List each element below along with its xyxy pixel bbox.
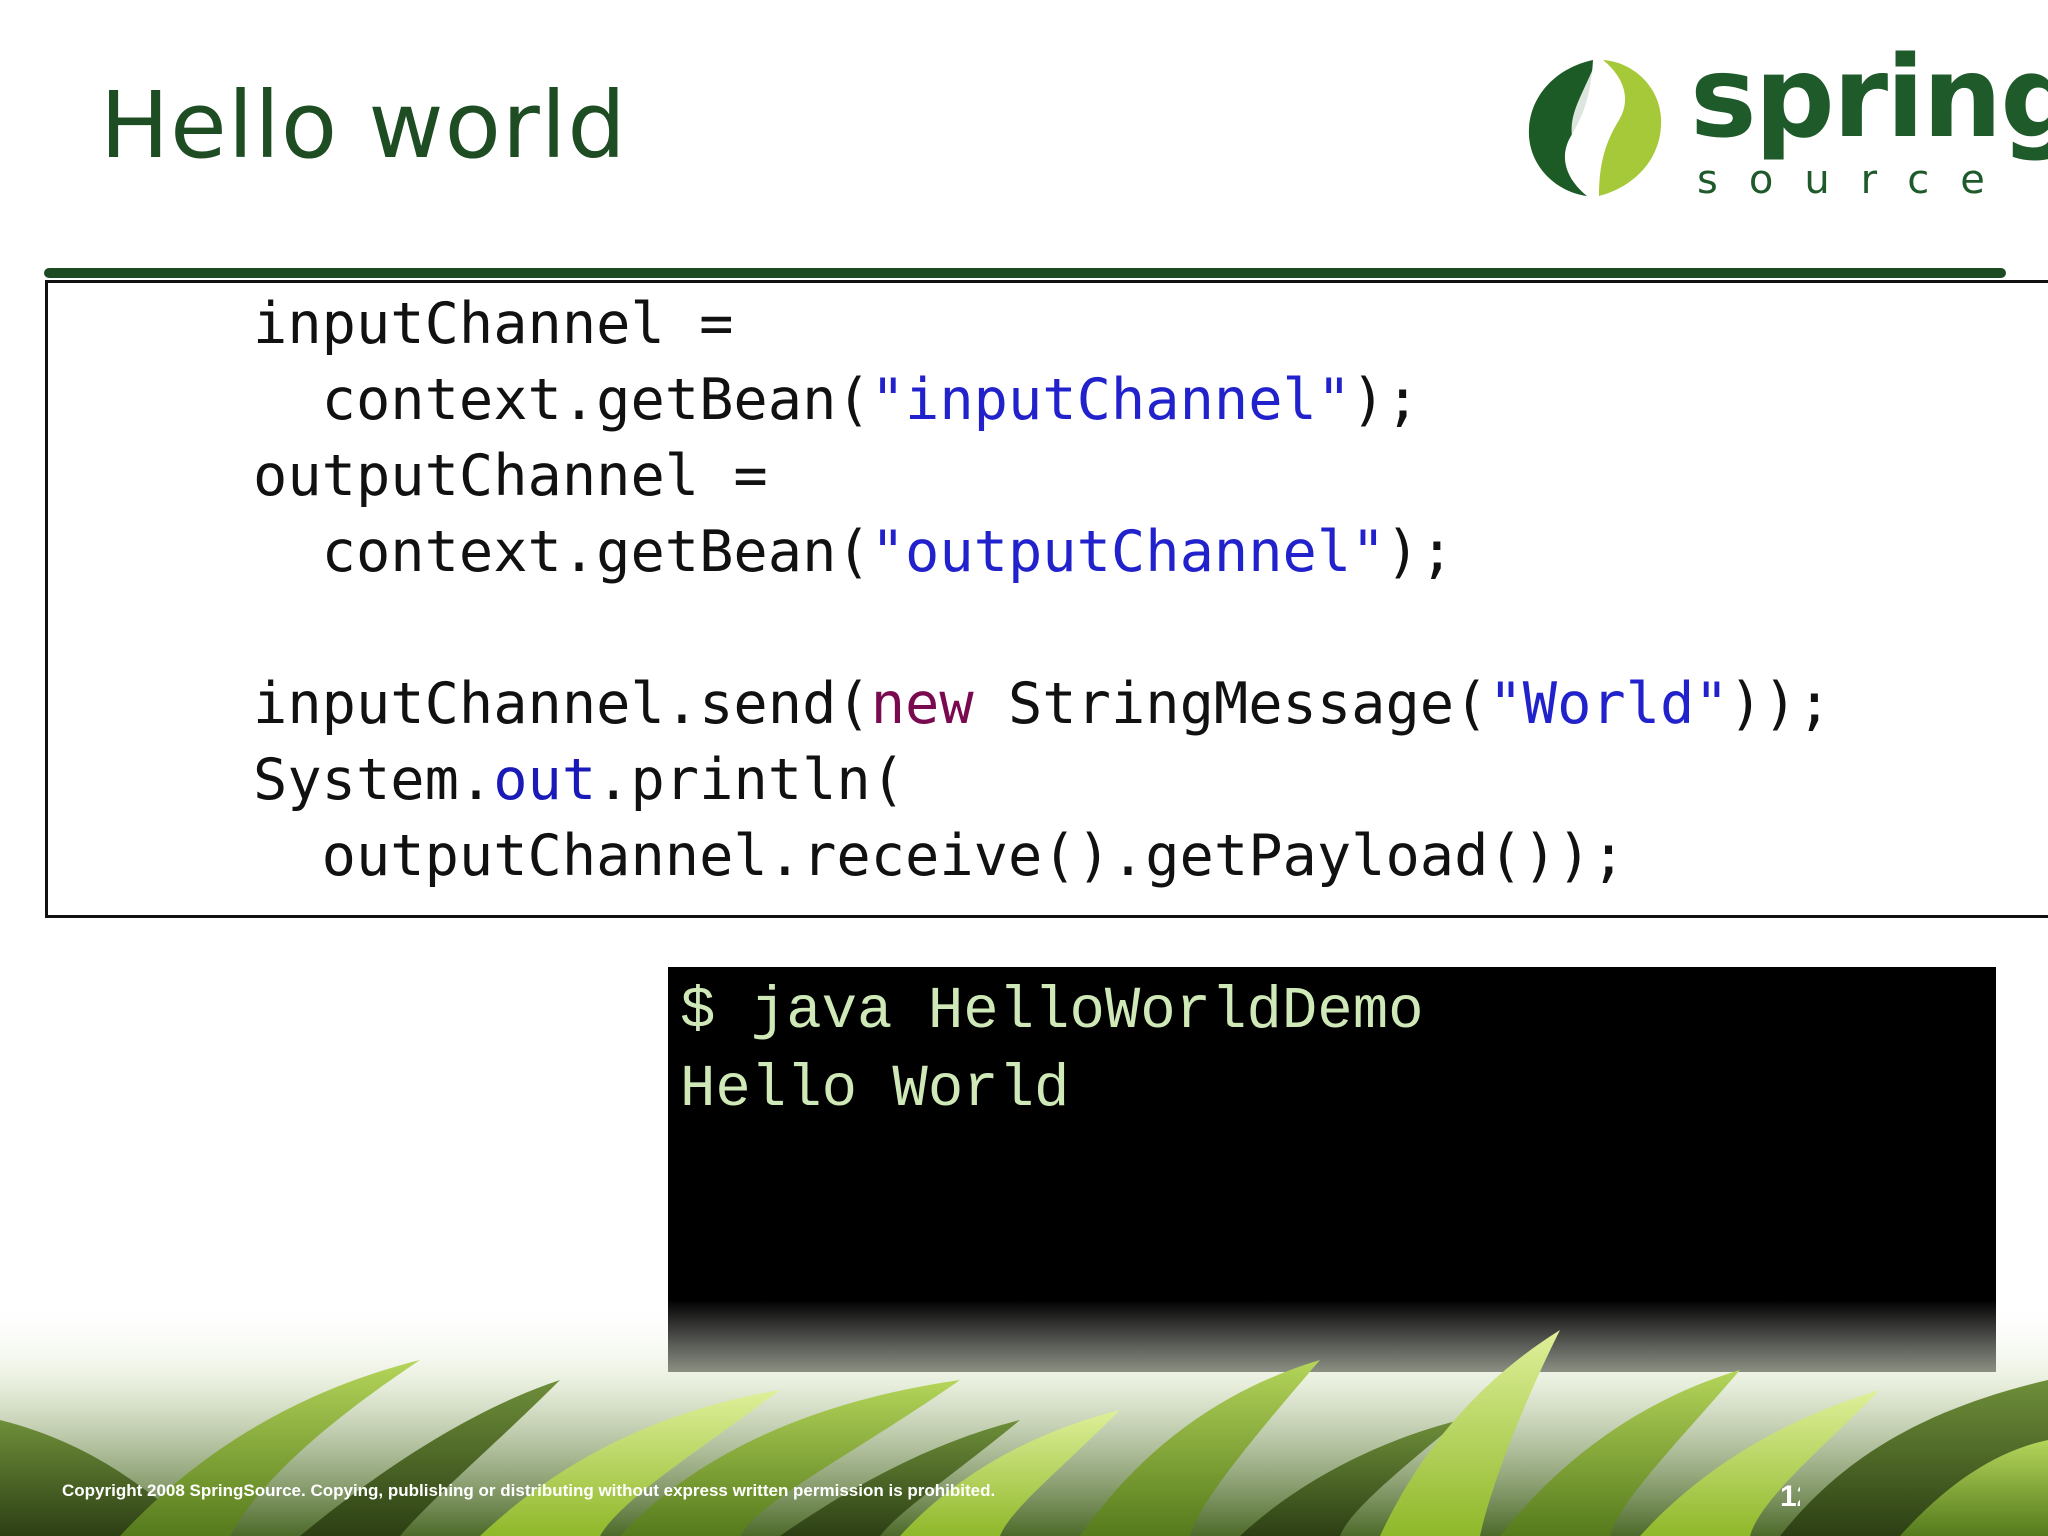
code-token: .println( xyxy=(596,747,906,813)
code-token: outputChannel = xyxy=(253,443,768,509)
code-token: inputChannel = xyxy=(253,291,734,357)
springsource-logo: spring source xyxy=(1525,42,2048,208)
code-token: "World" xyxy=(1488,671,1729,737)
code-line: context.getBean("outputChannel"); xyxy=(253,519,1455,585)
code-token: "outputChannel" xyxy=(870,519,1386,585)
code-line: inputChannel.send(new StringMessage("Wor… xyxy=(253,671,1832,737)
code-block: inputChannel = context.getBean("inputCha… xyxy=(45,280,2048,918)
code-token: out xyxy=(493,747,597,813)
logo-wordmark: spring xyxy=(1690,33,2048,163)
code-token: context.getBean( xyxy=(253,367,871,433)
code-token: outputChannel.receive().getPayload()); xyxy=(253,823,1626,889)
code-line: inputChannel = xyxy=(253,291,733,357)
code-line: outputChannel.receive().getPayload()); xyxy=(253,823,1626,889)
slide: Hello world spring source inputChannel =… xyxy=(0,0,2048,1536)
code-token: )); xyxy=(1728,671,1832,737)
code-token: ); xyxy=(1385,519,1455,585)
code-token: context.getBean( xyxy=(253,519,871,585)
code-line: context.getBean("inputChannel"); xyxy=(253,367,1420,433)
code-line: outputChannel = xyxy=(253,443,768,509)
code-token: System. xyxy=(253,747,494,813)
page-number: 12 xyxy=(1780,1480,1800,1513)
terminal-command: $ java HelloWorldDemo xyxy=(680,978,1424,1045)
code-line: System.out.println( xyxy=(253,747,905,813)
copyright-notice: Copyright 2008 SpringSource. Copying, pu… xyxy=(62,1481,996,1500)
code-token: "inputChannel" xyxy=(870,367,1352,433)
leaf-logo-icon xyxy=(1528,60,1662,196)
code-token: StringMessage( xyxy=(973,671,1489,737)
title-divider xyxy=(44,268,2006,278)
terminal-output: Hello World xyxy=(680,1056,1070,1123)
code-listing: inputChannel = context.getBean("inputCha… xyxy=(253,286,1832,894)
slide-title: Hello world xyxy=(100,72,627,179)
code-token: inputChannel.send( xyxy=(253,671,871,737)
logo-subtitle: source xyxy=(1697,157,2016,203)
code-token: new xyxy=(870,671,974,737)
code-token: ); xyxy=(1351,367,1420,433)
